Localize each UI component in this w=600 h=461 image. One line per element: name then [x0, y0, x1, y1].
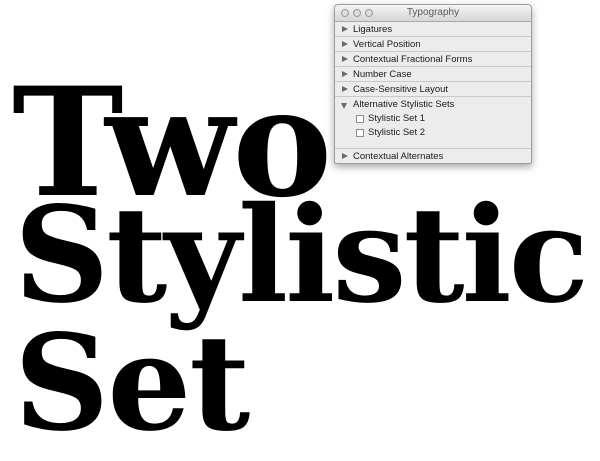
section-case-sensitive-layout[interactable]: Case-Sensitive Layout [335, 82, 531, 97]
checkbox-icon[interactable] [356, 129, 364, 137]
option-stylistic-set-1[interactable]: Stylistic Set 1 [335, 112, 531, 126]
section-label: Case-Sensitive Layout [353, 84, 449, 95]
section-contextual-fractional-forms[interactable]: Contextual Fractional Forms [335, 52, 531, 67]
typography-panel: Typography Ligatures Vertical Position C… [334, 4, 532, 164]
section-label: Vertical Position [353, 39, 421, 50]
option-stylistic-set-2[interactable]: Stylistic Set 2 [335, 126, 531, 140]
section-ligatures[interactable]: Ligatures [335, 22, 531, 37]
section-vertical-position[interactable]: Vertical Position [335, 37, 531, 52]
section-number-case[interactable]: Number Case [335, 67, 531, 82]
section-label: Contextual Fractional Forms [353, 54, 473, 65]
section-label: Number Case [353, 69, 412, 80]
disclosure-triangle-right-icon [342, 86, 348, 92]
section-label: Ligatures [353, 24, 393, 35]
panel-titlebar[interactable]: Typography [335, 5, 531, 22]
option-label: Stylistic Set 2 [368, 127, 426, 138]
panel-title: Typography [406, 7, 460, 18]
disclosure-triangle-down-icon [341, 103, 347, 109]
disclosure-triangle-right-icon [342, 26, 348, 32]
disclosure-triangle-right-icon [342, 153, 348, 159]
section-alternative-stylistic-sets: Alternative Stylistic Sets Stylistic Set… [335, 97, 531, 149]
disclosure-triangle-right-icon [342, 71, 348, 77]
specimen-line-stylistic: Stylistic [14, 178, 589, 333]
section-label: Alternative Stylistic Sets [353, 99, 455, 110]
section-header[interactable]: Alternative Stylistic Sets [335, 97, 531, 112]
option-label: Stylistic Set 1 [368, 113, 426, 124]
disclosure-triangle-right-icon [342, 41, 348, 47]
disclosure-triangle-right-icon [342, 56, 348, 62]
section-label: Contextual Alternates [353, 151, 444, 162]
checkbox-icon[interactable] [356, 115, 364, 123]
specimen-line-set: Set [14, 306, 250, 461]
section-contextual-alternates[interactable]: Contextual Alternates [335, 149, 531, 163]
